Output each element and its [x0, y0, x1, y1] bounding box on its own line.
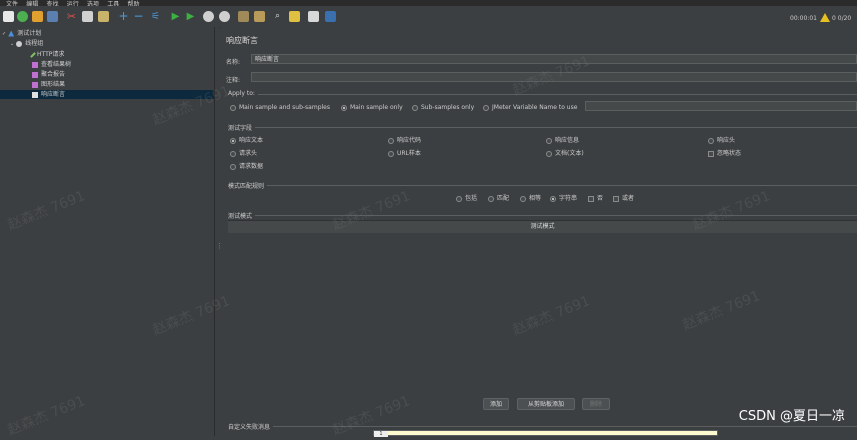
tree-item-response-assertion[interactable]: 响应断言 — [0, 90, 214, 99]
paste-icon[interactable] — [98, 11, 109, 22]
open-icon[interactable] — [32, 11, 43, 22]
thread-group-icon — [16, 40, 23, 47]
field-response-headers-radio[interactable]: 响应头 — [708, 135, 735, 144]
http-sampler-icon — [30, 51, 36, 58]
page-title: 响应断言 — [226, 36, 258, 45]
warning-icon[interactable] — [820, 13, 830, 22]
clear-icon[interactable] — [238, 11, 249, 22]
field-response-message-radio[interactable]: 响应信息 — [546, 135, 579, 144]
toolbar: ✂ + − ⚟ ▶ ▶ ⌕ 00:00:01 0 0/20 — [0, 6, 857, 28]
tree-item-aggregate-report[interactable]: 聚合报告 — [32, 70, 65, 79]
listener-icon — [32, 71, 38, 78]
cut-icon[interactable]: ✂ — [66, 11, 77, 22]
field-request-headers-radio[interactable]: 请求头 — [230, 148, 257, 157]
save-icon[interactable] — [47, 11, 58, 22]
split-divider[interactable] — [215, 27, 219, 436]
comment-label: 注释: — [226, 77, 241, 84]
start-icon[interactable]: ▶ — [170, 11, 181, 22]
assertion-panel: 响应断言 名称: 响应断言 注释: Apply to: Main sample … — [220, 27, 857, 436]
comment-field[interactable] — [251, 72, 857, 82]
elapsed-time: 00:00:01 — [790, 15, 817, 22]
templates-icon[interactable] — [17, 11, 28, 22]
ignore-status-checkbox[interactable]: 忽略状态 — [708, 148, 741, 157]
rule-substring-radio[interactable]: 字符串 — [550, 193, 577, 202]
threads-active: 0/20 — [837, 15, 852, 22]
custom-failure-editor[interactable]: 1 — [373, 430, 718, 437]
tree-item-http-request[interactable]: HTTP请求 — [30, 50, 64, 59]
tree-item-test-plan[interactable]: ✓ 测试计划 — [2, 29, 41, 38]
patterns-title: 测试模式 — [228, 211, 256, 220]
tree-item-thread-group[interactable]: ⌄ 线程组 — [10, 39, 43, 48]
new-icon[interactable] — [3, 11, 14, 22]
collapse-icon[interactable]: − — [133, 10, 144, 22]
reset-search-icon[interactable] — [289, 11, 300, 22]
field-document-text-radio[interactable]: 文档(文本) — [546, 148, 584, 157]
patterns-divider — [228, 215, 857, 216]
listener-icon — [32, 61, 38, 68]
add-button[interactable]: 添加 — [483, 398, 509, 410]
thread-count: 0 0/20 — [832, 15, 851, 22]
search-icon[interactable]: ⌕ — [272, 11, 283, 22]
apply-sub-only-radio[interactable]: Sub-samples only — [412, 104, 474, 111]
csdn-watermark: CSDN @夏日一凉 — [738, 409, 845, 424]
tree-item-results-tree[interactable]: 查看结果树 — [32, 60, 71, 69]
stop-icon[interactable] — [203, 11, 214, 22]
name-field[interactable]: 响应断言 — [251, 54, 857, 64]
field-response-code-radio[interactable]: 响应代码 — [388, 135, 421, 144]
clear-all-icon[interactable] — [254, 11, 265, 22]
apply-to-divider — [228, 94, 857, 95]
custom-failure-title: 自定义失败消息 — [228, 422, 274, 431]
rule-matches-radio[interactable]: 匹配 — [488, 193, 509, 202]
toggle-icon[interactable]: ⚟ — [150, 11, 161, 22]
custom-failure-divider — [228, 426, 857, 427]
apply-to-title: Apply to: — [228, 90, 258, 97]
rule-not-checkbox[interactable]: 否 — [588, 193, 603, 202]
listener-icon — [32, 81, 38, 88]
pattern-rules-divider — [228, 185, 857, 186]
patterns-column-header[interactable]: 测试模式 — [228, 220, 857, 233]
test-plan-icon — [8, 30, 15, 37]
rule-equals-radio[interactable]: 相等 — [520, 193, 541, 202]
apply-main-only-radio[interactable]: Main sample only — [341, 104, 403, 111]
field-to-test-divider — [228, 127, 857, 128]
warning-count: 0 — [832, 15, 836, 22]
variable-name-field[interactable] — [585, 101, 857, 111]
copy-icon[interactable] — [82, 11, 93, 22]
add-from-clipboard-button[interactable]: 从剪贴板添加 — [517, 398, 575, 410]
expand-icon[interactable]: + — [118, 10, 129, 22]
field-response-text-radio[interactable]: 响应文本 — [230, 135, 263, 144]
shutdown-icon[interactable] — [219, 11, 230, 22]
test-plan-tree: ✓ 测试计划 ⌄ 线程组 HTTP请求 查看结果树 聚合报告 图形结果 响应断言 — [0, 27, 215, 436]
function-helper-icon[interactable] — [308, 11, 319, 22]
tree-item-graph-results[interactable]: 图形结果 — [32, 80, 65, 89]
pattern-rules-title: 模式匹配规则 — [228, 181, 268, 190]
start-no-timers-icon[interactable]: ▶ — [185, 11, 196, 22]
help-icon[interactable] — [325, 11, 336, 22]
field-url-sampled-radio[interactable]: URL样本 — [388, 148, 421, 157]
field-to-test-title: 测试字段 — [228, 123, 256, 132]
name-label: 名称: — [226, 59, 241, 66]
line-number: 1 — [374, 431, 388, 437]
assertion-icon — [32, 91, 38, 98]
rule-contains-radio[interactable]: 包括 — [456, 193, 477, 202]
delete-button[interactable]: 删除 — [582, 398, 610, 410]
rule-or-checkbox[interactable]: 或者 — [613, 193, 634, 202]
apply-variable-radio[interactable]: JMeter Variable Name to use — [483, 104, 577, 111]
field-request-data-radio[interactable]: 请求数据 — [230, 161, 263, 170]
apply-main-and-sub-radio[interactable]: Main sample and sub-samples — [230, 104, 330, 111]
